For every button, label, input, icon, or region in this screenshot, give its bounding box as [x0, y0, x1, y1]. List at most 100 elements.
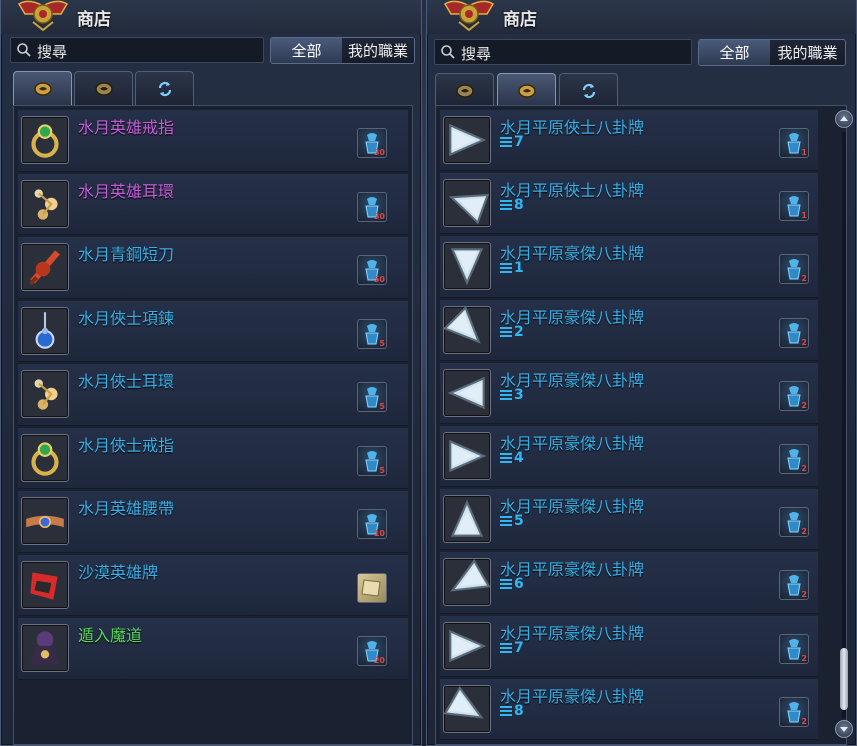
currency-cost-icon[interactable]: 2: [779, 444, 809, 474]
cost-amount: 2: [801, 527, 807, 537]
currency-cost-icon[interactable]: 2: [779, 696, 809, 727]
soul-shield-tab-icon: [94, 81, 113, 96]
scroll-cost-icon[interactable]: [357, 572, 387, 603]
scroll-track[interactable]: [842, 132, 846, 718]
shop-item-row[interactable]: 沙漠英雄牌: [18, 554, 408, 616]
shop-item-row[interactable]: 水月平原俠士八卦牌 7 1: [440, 110, 818, 172]
soul-shield-piece-icon[interactable]: [443, 116, 491, 164]
cost-amount: 2: [801, 653, 807, 663]
currency-cost-icon[interactable]: 20: [357, 636, 387, 666]
shop-item-row[interactable]: 水月平原豪傑八卦牌 4 2: [440, 426, 818, 488]
shop-item-row[interactable]: 遁入魔道 20: [18, 618, 408, 680]
costume-icon[interactable]: [21, 624, 69, 672]
currency-cost-icon[interactable]: 1: [779, 128, 809, 158]
item-name: 水月俠士項鍊: [78, 308, 175, 328]
tab-refresh[interactable]: [135, 71, 194, 105]
tab-equipment[interactable]: [13, 71, 72, 105]
currency-cost-icon[interactable]: 30: [357, 128, 387, 158]
shop-item-row[interactable]: 水月英雄腰帶 10: [18, 491, 408, 553]
search-input[interactable]: 搜尋: [10, 37, 264, 63]
shop-item-row[interactable]: 水月俠士戒指 5: [18, 427, 408, 489]
soul-shield-piece-icon[interactable]: [443, 368, 491, 417]
title-bar[interactable]: 商店: [427, 0, 856, 34]
soul-shield-piece-icon[interactable]: [443, 558, 491, 607]
shop-item-row[interactable]: 水月青鋼短刀 50: [18, 237, 408, 299]
soul-shield-piece-icon[interactable]: [443, 432, 491, 480]
cost-amount: 2: [801, 337, 807, 347]
soul-shield-piece-icon[interactable]: [443, 684, 491, 733]
earring-icon[interactable]: [21, 370, 69, 418]
shop-ornament-icon: [443, 0, 495, 32]
item-grade-number: 3: [514, 386, 524, 403]
refresh-icon: [158, 81, 171, 96]
item-grade: 8: [500, 703, 524, 719]
shop-item-row[interactable]: 水月平原豪傑八卦牌 3 2: [440, 362, 818, 424]
currency-cost-icon[interactable]: 10: [357, 509, 387, 539]
grade-bars-icon: [500, 137, 512, 147]
window-title: 商店: [503, 10, 537, 30]
currency-cost-icon[interactable]: 50: [357, 255, 387, 285]
shop-item-row[interactable]: 水月平原豪傑八卦牌 6 2: [440, 552, 818, 614]
currency-cost-icon[interactable]: 5: [357, 445, 387, 476]
currency-cost-icon[interactable]: 1: [779, 191, 809, 222]
filter-toggle: 全部 我的職業: [698, 39, 846, 66]
necklace-icon[interactable]: [21, 306, 69, 355]
scroll-down-button[interactable]: [835, 720, 853, 738]
shop-item-row[interactable]: 水月平原豪傑八卦牌 1 2: [440, 236, 818, 298]
filter-my-job-button[interactable]: 我的職業: [770, 40, 845, 65]
scroll-up-button[interactable]: [835, 110, 853, 128]
badge-icon[interactable]: [21, 560, 69, 609]
tab-soul-shield[interactable]: [497, 73, 556, 107]
soul-shield-piece-icon[interactable]: [443, 242, 491, 291]
cost-amount: 2: [801, 400, 807, 410]
item-name: 水月俠士戒指: [78, 435, 175, 455]
shop-item-row[interactable]: 水月平原豪傑八卦牌 5 2: [440, 489, 818, 551]
soul-shield-piece-icon[interactable]: [443, 495, 491, 544]
grade-bars-icon: [500, 705, 512, 716]
ring-icon[interactable]: [21, 116, 69, 164]
currency-cost-icon[interactable]: 2: [779, 507, 809, 538]
dagger-icon[interactable]: [21, 243, 69, 291]
earring-icon[interactable]: [21, 179, 69, 228]
item-grade: 7: [500, 640, 524, 656]
shop-item-row[interactable]: 水月平原豪傑八卦牌 7 2: [440, 615, 818, 677]
currency-cost-icon[interactable]: 2: [779, 317, 809, 348]
shop-item-row[interactable]: 水月俠士項鍊 5: [18, 300, 408, 362]
currency-cost-icon[interactable]: 5: [357, 382, 387, 412]
title-bar[interactable]: 商店: [1, 0, 421, 34]
search-icon: [441, 45, 455, 59]
shop-item-row[interactable]: 水月平原豪傑八卦牌 8 2: [440, 678, 818, 740]
item-grade: 7: [500, 134, 524, 150]
scroll-thumb[interactable]: [840, 648, 848, 710]
shop-item-row[interactable]: 水月英雄戒指 30: [18, 110, 408, 172]
search-placeholder: 搜尋: [461, 45, 492, 63]
shop-item-row[interactable]: 水月俠士耳環 5: [18, 364, 408, 426]
soul-shield-piece-icon[interactable]: [443, 621, 491, 670]
scrollbar[interactable]: [835, 110, 853, 740]
currency-cost-icon[interactable]: 2: [779, 570, 809, 601]
filter-my-job-button[interactable]: 我的職業: [342, 38, 414, 63]
soul-shield-piece-icon[interactable]: [443, 179, 491, 228]
grade-bars-icon: [500, 516, 512, 527]
currency-cost-icon[interactable]: 2: [779, 380, 809, 411]
cost-amount: 1: [801, 148, 807, 157]
item-name: 水月英雄耳環: [78, 181, 175, 201]
soul-shield-piece-icon[interactable]: [442, 305, 491, 354]
shop-ornament-icon: [17, 0, 69, 32]
currency-cost-icon[interactable]: 30: [357, 191, 387, 222]
window-title: 商店: [77, 10, 111, 30]
tab-equipment[interactable]: [435, 73, 494, 107]
currency-cost-icon[interactable]: 2: [779, 254, 809, 285]
search-input[interactable]: 搜尋: [434, 39, 692, 65]
currency-cost-icon[interactable]: 5: [357, 318, 387, 349]
shop-item-row[interactable]: 水月英雄耳環 30: [18, 173, 408, 235]
tab-soul-shield[interactable]: [74, 71, 133, 105]
shop-item-row[interactable]: 水月平原豪傑八卦牌 2 2: [440, 299, 818, 361]
currency-cost-icon[interactable]: 2: [779, 633, 809, 664]
ring-icon[interactable]: [21, 433, 69, 482]
belt-icon[interactable]: [21, 497, 69, 545]
filter-all-button[interactable]: 全部: [699, 40, 771, 65]
filter-all-button[interactable]: 全部: [271, 38, 342, 63]
tab-refresh[interactable]: [559, 73, 618, 107]
shop-item-row[interactable]: 水月平原俠士八卦牌 8 1: [440, 173, 818, 235]
